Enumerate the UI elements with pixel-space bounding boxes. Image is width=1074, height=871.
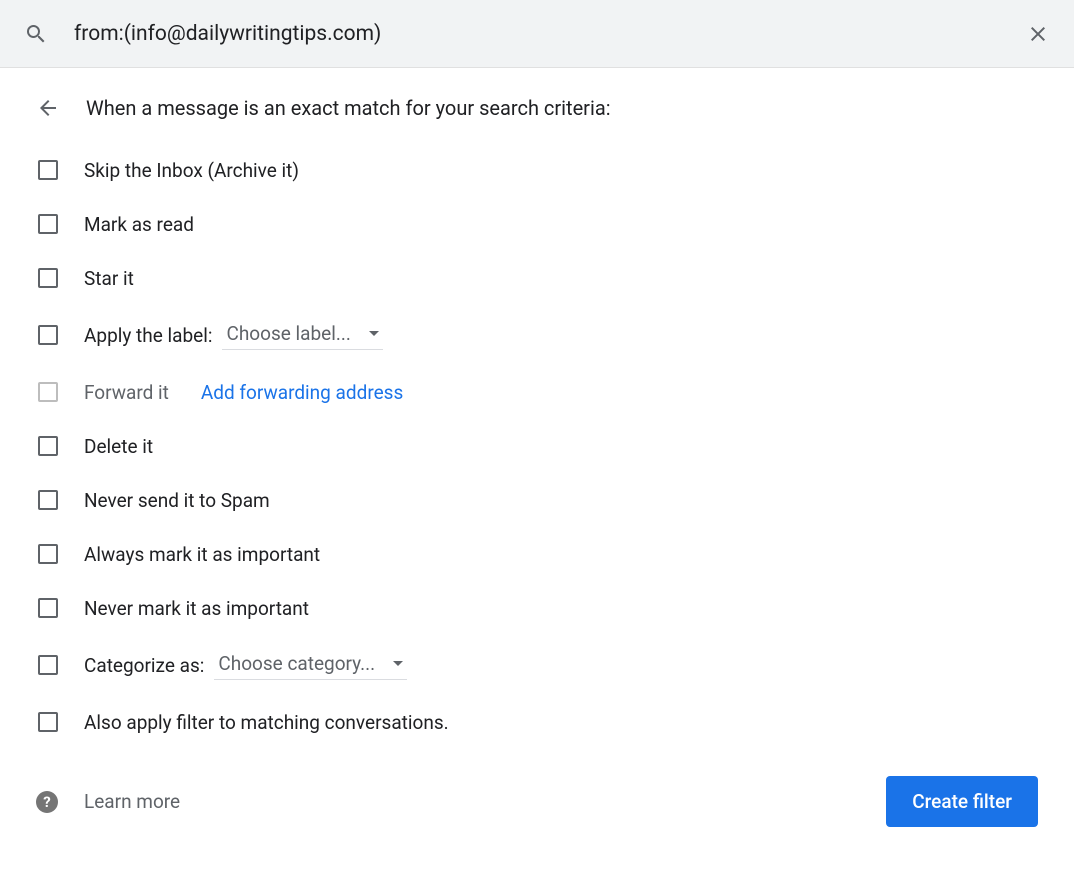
option-mark-read: Mark as read <box>36 212 1038 236</box>
label-also-apply: Also apply filter to matching conversati… <box>84 711 449 734</box>
chevron-down-icon <box>369 331 379 336</box>
label-always-important: Always mark it as important <box>84 543 320 566</box>
option-categorize: Categorize as: Choose category... <box>36 650 1038 680</box>
label-forward: Forward it <box>84 381 169 404</box>
option-never-important: Never mark it as important <box>36 596 1038 620</box>
dropdown-choose-label[interactable]: Choose label... <box>222 320 382 350</box>
option-forward: Forward it Add forwarding address <box>36 380 1038 404</box>
learn-more-link[interactable]: Learn more <box>84 790 180 813</box>
option-star: Star it <box>36 266 1038 290</box>
search-bar <box>0 0 1074 68</box>
checkbox-never-important[interactable] <box>38 598 58 618</box>
header-row: When a message is an exact match for you… <box>36 96 1038 120</box>
search-input[interactable] <box>74 22 1026 46</box>
checkbox-always-important[interactable] <box>38 544 58 564</box>
checkbox-forward[interactable] <box>38 382 58 402</box>
footer-row: ? Learn more Create filter <box>36 776 1038 827</box>
footer-left: ? Learn more <box>36 790 180 813</box>
checkbox-apply-label[interactable] <box>38 325 58 345</box>
label-delete: Delete it <box>84 435 153 458</box>
back-arrow-icon[interactable] <box>36 96 60 120</box>
label-mark-read: Mark as read <box>84 213 194 236</box>
option-skip-inbox: Skip the Inbox (Archive it) <box>36 158 1038 182</box>
checkbox-categorize[interactable] <box>38 655 58 675</box>
label-star: Star it <box>84 267 134 290</box>
link-add-forwarding-address[interactable]: Add forwarding address <box>201 381 403 404</box>
checkbox-delete[interactable] <box>38 436 58 456</box>
label-skip-inbox: Skip the Inbox (Archive it) <box>84 159 299 182</box>
search-icon <box>24 22 48 46</box>
checkbox-mark-read[interactable] <box>38 214 58 234</box>
checkbox-never-spam[interactable] <box>38 490 58 510</box>
header-title: When a message is an exact match for you… <box>86 96 611 120</box>
option-never-spam: Never send it to Spam <box>36 488 1038 512</box>
option-apply-label: Apply the label: Choose label... <box>36 320 1038 350</box>
option-always-important: Always mark it as important <box>36 542 1038 566</box>
close-icon[interactable] <box>1026 22 1050 46</box>
label-never-important: Never mark it as important <box>84 597 309 620</box>
checkbox-skip-inbox[interactable] <box>38 160 58 180</box>
dropdown-choose-label-text: Choose label... <box>226 322 350 345</box>
checkbox-star[interactable] <box>38 268 58 288</box>
label-apply-label: Apply the label: <box>84 324 212 347</box>
label-never-spam: Never send it to Spam <box>84 489 270 512</box>
checkbox-also-apply[interactable] <box>38 712 58 732</box>
create-filter-button[interactable]: Create filter <box>886 776 1038 827</box>
chevron-down-icon <box>393 661 403 666</box>
option-delete: Delete it <box>36 434 1038 458</box>
filter-options-panel: When a message is an exact match for you… <box>0 68 1074 827</box>
label-categorize: Categorize as: <box>84 654 204 677</box>
help-icon[interactable]: ? <box>36 791 58 813</box>
dropdown-choose-category[interactable]: Choose category... <box>214 650 407 680</box>
option-also-apply: Also apply filter to matching conversati… <box>36 710 1038 734</box>
dropdown-choose-category-text: Choose category... <box>218 652 375 675</box>
